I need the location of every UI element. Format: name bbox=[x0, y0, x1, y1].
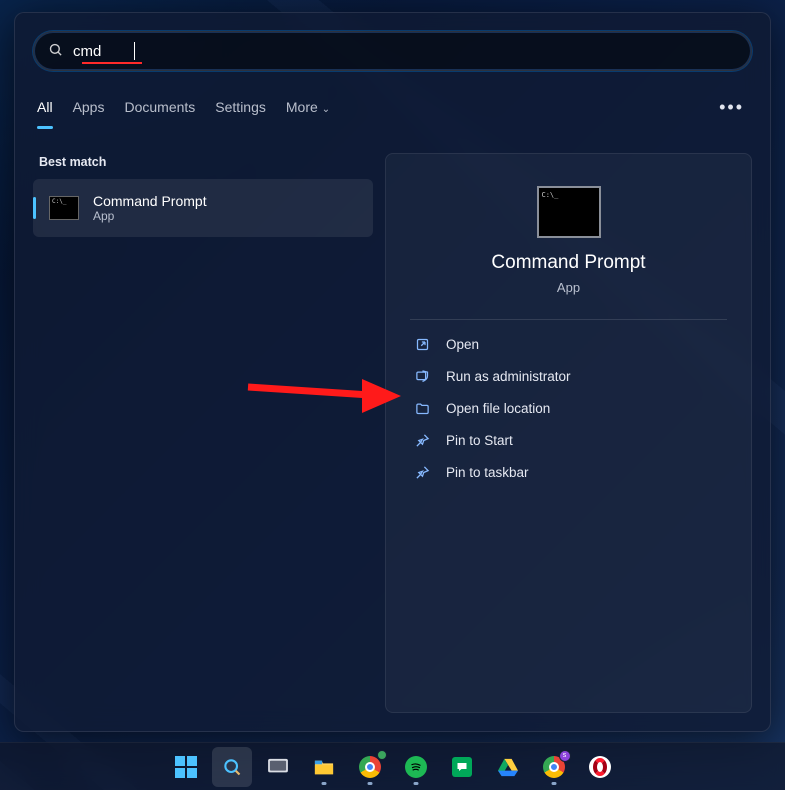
preview-icon: C:\_ bbox=[537, 186, 601, 238]
taskbar-drive[interactable] bbox=[488, 747, 528, 787]
action-label: Pin to Start bbox=[446, 433, 513, 448]
taskbar-spotify[interactable] bbox=[396, 747, 436, 787]
text-caret bbox=[134, 42, 135, 60]
action-run-as-admin[interactable]: Run as administrator bbox=[410, 360, 727, 392]
status-badge bbox=[377, 750, 387, 760]
section-best-match: Best match bbox=[39, 155, 373, 169]
action-label: Open file location bbox=[446, 401, 550, 416]
tab-apps[interactable]: Apps bbox=[73, 99, 105, 115]
action-open-file-location[interactable]: Open file location bbox=[410, 392, 727, 424]
open-icon bbox=[414, 336, 430, 352]
admin-icon bbox=[414, 368, 430, 384]
action-pin-to-taskbar[interactable]: Pin to taskbar bbox=[410, 456, 727, 488]
search-icon bbox=[222, 757, 242, 777]
status-badge: s bbox=[559, 750, 571, 762]
filter-tabs: All Apps Documents Settings More⌄ ••• bbox=[33, 89, 752, 125]
taskbar-explorer[interactable] bbox=[304, 747, 344, 787]
windows-logo-icon bbox=[175, 756, 197, 778]
taskview-icon bbox=[267, 758, 289, 776]
spotify-icon bbox=[405, 756, 427, 778]
action-open[interactable]: Open bbox=[410, 328, 727, 360]
preview-subtitle: App bbox=[410, 280, 727, 295]
chat-icon bbox=[452, 757, 472, 777]
preview-column: C:\_ Command Prompt App Open Run as admi… bbox=[385, 153, 752, 713]
chevron-down-icon: ⌄ bbox=[322, 104, 330, 115]
tab-all[interactable]: All bbox=[37, 99, 53, 115]
annotation-underline bbox=[82, 62, 142, 64]
folder-icon bbox=[313, 757, 335, 777]
result-command-prompt[interactable]: C:\_ Command Prompt App bbox=[33, 179, 373, 237]
action-pin-to-start[interactable]: Pin to Start bbox=[410, 424, 727, 456]
taskbar-search[interactable] bbox=[212, 747, 252, 787]
drive-icon bbox=[497, 757, 519, 777]
taskbar-app-s[interactable]: s bbox=[534, 747, 574, 787]
taskbar-opera[interactable] bbox=[580, 747, 620, 787]
action-label: Pin to taskbar bbox=[446, 465, 529, 480]
pin-icon bbox=[414, 432, 430, 448]
overflow-menu[interactable]: ••• bbox=[715, 93, 748, 122]
taskbar-chrome[interactable] bbox=[350, 747, 390, 787]
pin-icon bbox=[414, 464, 430, 480]
search-icon bbox=[48, 42, 63, 60]
tab-documents[interactable]: Documents bbox=[124, 99, 195, 115]
divider bbox=[410, 319, 727, 320]
action-label: Run as administrator bbox=[446, 369, 571, 384]
search-input[interactable] bbox=[73, 43, 737, 60]
action-label: Open bbox=[446, 337, 479, 352]
taskbar-taskview[interactable] bbox=[258, 747, 298, 787]
search-bar[interactable] bbox=[33, 31, 752, 71]
result-title: Command Prompt bbox=[93, 193, 207, 209]
taskbar-start[interactable] bbox=[166, 747, 206, 787]
results-column: Best match C:\_ Command Prompt App bbox=[33, 153, 373, 713]
taskbar: s bbox=[0, 742, 785, 790]
result-subtitle: App bbox=[93, 209, 207, 223]
folder-icon bbox=[414, 400, 430, 416]
taskbar-chat[interactable] bbox=[442, 747, 482, 787]
start-search-panel: All Apps Documents Settings More⌄ ••• Be… bbox=[14, 12, 771, 732]
tab-more[interactable]: More⌄ bbox=[286, 99, 330, 115]
preview-title: Command Prompt bbox=[410, 252, 727, 274]
chrome-icon bbox=[359, 756, 381, 778]
tab-settings[interactable]: Settings bbox=[215, 99, 266, 115]
cmd-icon: C:\_ bbox=[49, 196, 79, 220]
opera-icon bbox=[589, 756, 611, 778]
